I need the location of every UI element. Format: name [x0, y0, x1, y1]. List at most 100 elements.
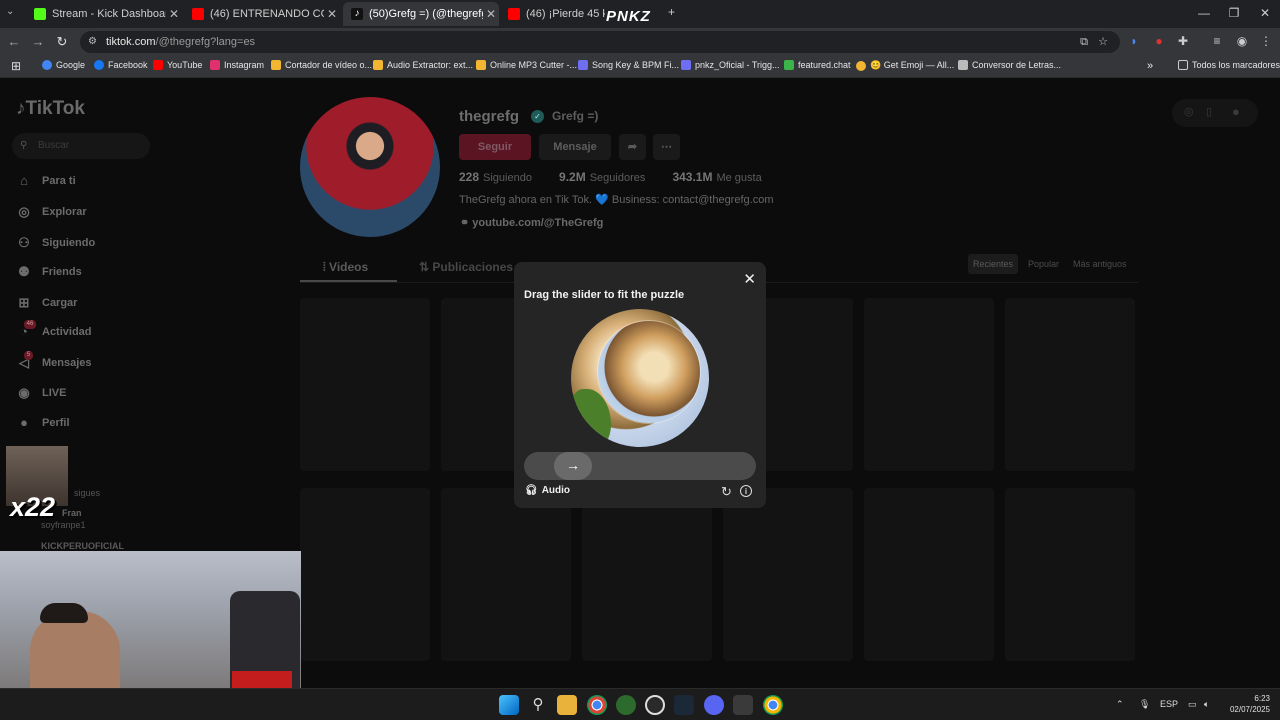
steam-icon[interactable]	[674, 695, 694, 715]
close-tab-icon[interactable]: ✕	[324, 7, 340, 21]
network-icon[interactable]: ▭	[1188, 699, 1197, 710]
forward-icon[interactable]: →	[28, 34, 48, 49]
video-thumbnail[interactable]	[582, 488, 712, 661]
sidebar-item-para-ti[interactable]: ⌂ Para ti	[16, 173, 76, 189]
search-icon[interactable]: ⚲	[528, 695, 548, 715]
search-icon: ⚲	[20, 140, 28, 151]
menu-kebab-icon[interactable]: ⋮	[1257, 34, 1275, 48]
bookmark-mp3-cutter[interactable]: Online MP3 Cutter -...	[476, 60, 577, 70]
bookmark-youtube[interactable]: YouTube	[153, 60, 202, 70]
video-thumbnail[interactable]	[300, 298, 430, 471]
sort-popular[interactable]: Popular	[1023, 254, 1064, 274]
sidebar-item-friends[interactable]: ⚉ Friends	[16, 264, 82, 280]
tab-youtube-1[interactable]: (46) ENTRENANDO CON ILIA TO ✕	[184, 2, 340, 26]
bookmark-instagram[interactable]: Instagram	[210, 60, 264, 70]
following-account-name[interactable]: KICKPERUOFICIAL	[41, 541, 124, 551]
url-input[interactable]: ⚙ tiktok.com/@thegrefg?lang=es ⧉ ☆	[80, 31, 1120, 53]
audio-captcha-button[interactable]: 🎧︎ Audio	[525, 485, 570, 496]
video-thumbnail[interactable]	[1005, 488, 1135, 661]
apps-grid-icon[interactable]: ⊞	[11, 59, 21, 73]
extensions-puzzle-icon[interactable]: ✚	[1174, 34, 1192, 48]
file-explorer-icon[interactable]	[557, 695, 577, 715]
tiktok-logo[interactable]: ♪TikTok	[16, 98, 85, 120]
close-tab-icon[interactable]: ✕	[166, 7, 182, 21]
sidebar-item-siguiendo[interactable]: ⚇ Siguiendo	[16, 235, 95, 251]
site-info-icon[interactable]: ⚙	[88, 31, 97, 53]
more-options-icon[interactable]: ⋯	[653, 134, 680, 160]
tab-kick-dashboard[interactable]: Stream - Kick Dashboard ✕	[26, 2, 182, 26]
search-input[interactable]: ⚲ Buscar	[12, 133, 150, 159]
video-thumbnail[interactable]	[864, 488, 994, 661]
media-control-icon[interactable]: ≡	[1208, 34, 1226, 48]
bookmark-conversor[interactable]: Conversor de Letras...	[958, 60, 1061, 70]
video-thumbnail[interactable]	[300, 488, 430, 661]
bookmark-google[interactable]: Google	[42, 60, 85, 70]
video-thumbnail[interactable]	[1005, 298, 1135, 471]
volume-icon[interactable]: 🔈︎	[1204, 699, 1209, 710]
chrome-canary-icon[interactable]	[763, 695, 783, 715]
bookmark-featured-chat[interactable]: featured.chat	[784, 60, 851, 70]
microphone-icon[interactable]: 🎙︎	[1139, 699, 1150, 710]
all-bookmarks[interactable]: Todos los marcadores	[1178, 60, 1280, 70]
following-stat[interactable]: 228 Siguiendo	[459, 170, 544, 184]
user-avatar-icon[interactable]: ●	[1232, 104, 1240, 119]
extension-1-icon[interactable]: ◗	[1125, 34, 1143, 48]
close-icon[interactable]: ✕	[743, 270, 756, 288]
minimize-button[interactable]: —	[1189, 6, 1219, 20]
profile-avatar-icon[interactable]: ◉	[1233, 34, 1251, 48]
tab-tiktok-active[interactable]: ♪ (50)Grefg =) (@thegrefg) oficia ✕	[343, 2, 499, 26]
new-tab-button[interactable]: +	[668, 5, 675, 19]
tab-youtube-2[interactable]: (46) ¡Pierde 45 kg, Ga	[500, 2, 605, 26]
calculator-icon[interactable]	[733, 695, 753, 715]
back-icon[interactable]: ←	[4, 34, 24, 49]
profile-link[interactable]: ⚭ youtube.com/@TheGrefg	[460, 216, 603, 229]
coins-icon[interactable]: ◎	[1184, 105, 1194, 118]
logo-text: TikTok	[25, 98, 85, 119]
slider-handle[interactable]: →	[554, 452, 592, 480]
video-thumbnail[interactable]	[723, 488, 853, 661]
windows-start-icon[interactable]	[499, 695, 519, 715]
reload-icon[interactable]: ↻	[52, 34, 72, 50]
tab-search-button[interactable]: ⌄	[6, 6, 14, 17]
bookmark-get-emoji[interactable]: 😊 Get Emoji — All...	[856, 60, 954, 71]
device-icon[interactable]: ▯	[1206, 105, 1212, 118]
sidebar-item-live[interactable]: ◉ LIVE	[16, 385, 66, 401]
tab-videos[interactable]: ⦙ Videos	[323, 260, 368, 275]
sort-mas-antiguos[interactable]: Más antiguos	[1068, 254, 1132, 274]
chrome-icon[interactable]	[587, 695, 607, 715]
following-account-name[interactable]: Fran	[62, 508, 82, 518]
sidebar-item-cargar[interactable]: ⊞ Cargar	[16, 295, 78, 311]
xbox-icon[interactable]	[616, 695, 636, 715]
tab-publicaciones[interactable]: ⇅ Publicaciones	[419, 260, 513, 274]
maximize-button[interactable]: ❐	[1219, 6, 1249, 20]
sidebar-item-explorar[interactable]: ◎ Explorar	[16, 204, 86, 220]
message-button[interactable]: Mensaje	[539, 134, 611, 160]
show-hidden-icons[interactable]: ⌃	[1116, 699, 1124, 710]
close-tab-icon[interactable]: ✕	[483, 7, 499, 21]
system-clock[interactable]: 6:23 02/07/2025	[1230, 693, 1270, 715]
sidebar-item-perfil[interactable]: ● Perfil	[16, 415, 69, 431]
language-indicator[interactable]: ESP	[1160, 699, 1178, 709]
bookmark-facebook[interactable]: Facebook	[94, 60, 148, 70]
info-icon[interactable]: i	[740, 485, 752, 497]
bookmark-song-key[interactable]: Song Key & BPM Fi...	[578, 60, 679, 70]
video-thumbnail[interactable]	[441, 488, 571, 661]
follow-button[interactable]: Seguir	[459, 134, 531, 160]
sort-recientes[interactable]: Recientes	[968, 254, 1019, 274]
bookmark-star-icon[interactable]: ☆	[1098, 31, 1108, 53]
bookmark-video-cutter[interactable]: Cortador de vídeo o...	[271, 60, 372, 70]
bookmark-label: Audio Extractor: ext...	[387, 60, 474, 70]
discord-icon[interactable]	[704, 695, 724, 715]
video-thumbnail[interactable]	[864, 298, 994, 471]
share-icon[interactable]: ➦	[619, 134, 646, 160]
captcha-slider-track[interactable]: →	[524, 452, 756, 480]
bookmark-pnkz[interactable]: pnkz_Oficial - Trigg...	[681, 60, 780, 70]
followers-stat[interactable]: 9.2M Seguidores	[559, 170, 657, 184]
obs-icon[interactable]	[645, 695, 665, 715]
bookmark-audio-extractor[interactable]: Audio Extractor: ext...	[373, 60, 473, 70]
refresh-icon[interactable]: ↻	[721, 484, 732, 500]
install-app-icon[interactable]: ⧉	[1080, 31, 1088, 53]
close-window-button[interactable]: ✕	[1250, 6, 1280, 20]
extension-2-icon[interactable]: ●	[1150, 34, 1168, 48]
more-bookmarks-icon[interactable]: »	[1147, 60, 1153, 72]
